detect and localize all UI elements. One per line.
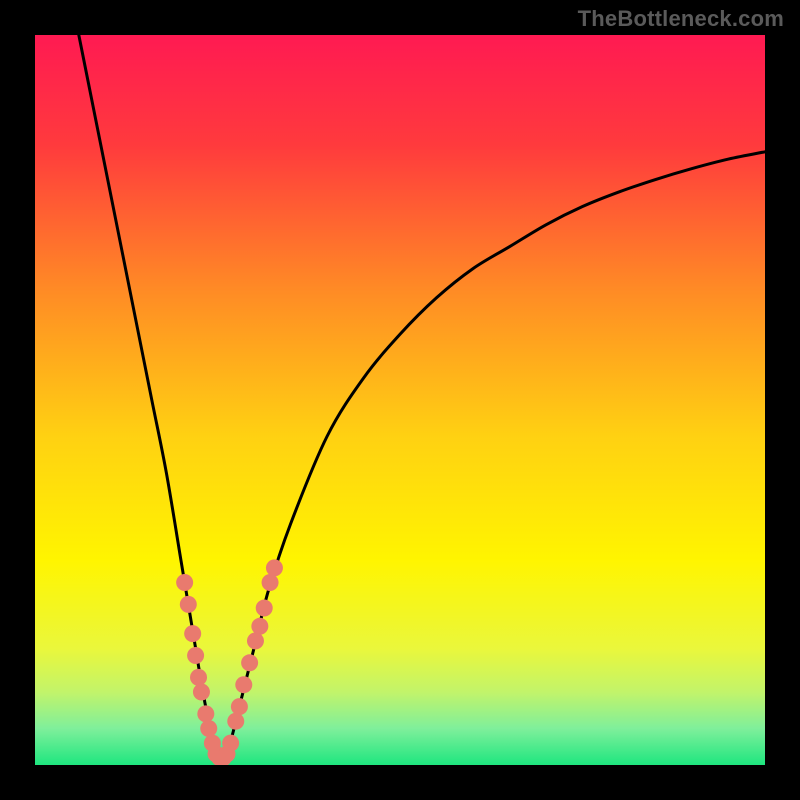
curve-marker: [193, 684, 210, 701]
curve-marker: [235, 676, 252, 693]
curve-marker: [176, 574, 193, 591]
gradient-background: [35, 35, 765, 765]
curve-marker: [227, 713, 244, 730]
curve-marker: [241, 654, 258, 671]
curve-marker: [190, 669, 207, 686]
curve-marker: [200, 720, 217, 737]
curve-marker: [231, 698, 248, 715]
chart-svg: [35, 35, 765, 765]
plot-area: [35, 35, 765, 765]
watermark-text: TheBottleneck.com: [578, 6, 784, 32]
curve-marker: [197, 705, 214, 722]
curve-marker: [187, 647, 204, 664]
curve-marker: [266, 559, 283, 576]
curve-marker: [247, 632, 264, 649]
curve-marker: [222, 735, 239, 752]
curve-marker: [262, 574, 279, 591]
curve-marker: [180, 596, 197, 613]
curve-marker: [184, 625, 201, 642]
curve-marker: [251, 618, 268, 635]
curve-marker: [256, 600, 273, 617]
chart-frame: TheBottleneck.com: [0, 0, 800, 800]
